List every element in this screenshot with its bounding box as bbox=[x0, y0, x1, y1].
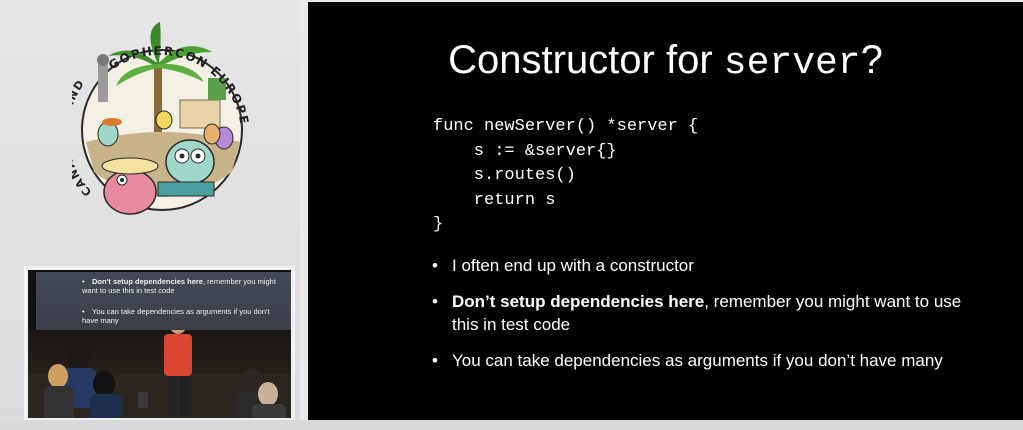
camera-projection-screen: • Don't setup dependencies here, remember… bbox=[36, 272, 291, 330]
camera-slide-bullet: • Don't setup dependencies here, remember… bbox=[82, 277, 276, 295]
gophercon-logo-icon: GOPHERCON EUROPE CANARY ISLANDS bbox=[58, 12, 250, 215]
bottom-strip bbox=[0, 420, 1023, 430]
presentation-slide: Constructor for server? func newServer()… bbox=[308, 2, 1023, 420]
slide-title-text: Constructor for bbox=[448, 38, 724, 82]
bullet-text: I often end up with a constructor bbox=[452, 256, 694, 275]
speaker-shirt bbox=[164, 334, 192, 376]
camera-slide-bullet: • You can take dependencies as arguments … bbox=[82, 307, 270, 325]
audience-and-speaker bbox=[28, 318, 291, 418]
bullet-list: I often end up with a constructor Don’t … bbox=[432, 254, 992, 372]
bullet-bold-text: Don’t setup dependencies here bbox=[452, 292, 705, 311]
slide-title-code: server bbox=[723, 42, 861, 85]
speaker-head bbox=[170, 318, 186, 334]
code-block: func newServer() *server { s := &server{… bbox=[433, 115, 698, 238]
bullet-item: I often end up with a constructor bbox=[432, 254, 992, 277]
bullet-text: You can take dependencies as arguments i… bbox=[452, 351, 943, 370]
bullet-item: You can take dependencies as arguments i… bbox=[432, 349, 992, 372]
code-line: func newServer() *server { bbox=[433, 117, 699, 136]
bullet-item: Don’t setup dependencies here, remember … bbox=[432, 290, 992, 336]
code-line: } bbox=[433, 215, 444, 234]
slide-title-mark: ? bbox=[860, 38, 883, 82]
speaker-camera-feed: • Don't setup dependencies here, remember… bbox=[24, 266, 295, 422]
code-line: return s bbox=[433, 190, 556, 210]
video-sidebar: GOPHERCON EUROPE CANARY ISLANDS •Don't s… bbox=[0, 0, 300, 430]
gophercon-logo: GOPHERCON EUROPE CANARY ISLANDS bbox=[58, 12, 250, 222]
code-line: s.routes() bbox=[433, 166, 576, 185]
slide-title: Constructor for server? bbox=[308, 38, 1023, 85]
code-line: s := &server{} bbox=[433, 141, 617, 161]
camera-stage bbox=[28, 318, 291, 418]
